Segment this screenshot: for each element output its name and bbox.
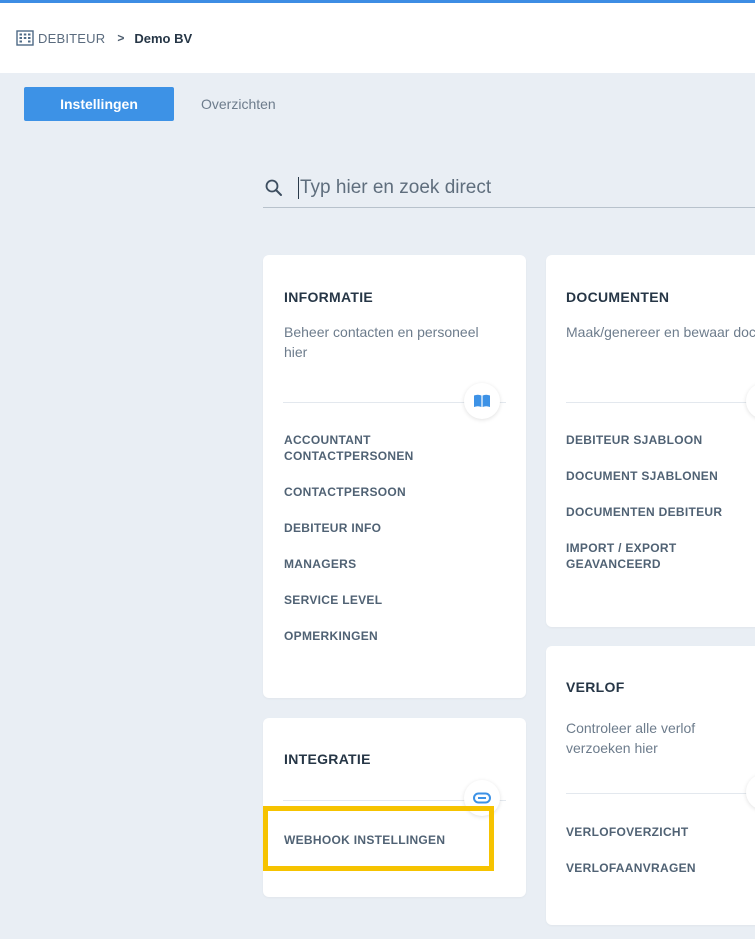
card-title: INFORMATIE [284, 289, 374, 305]
link-service-level[interactable]: SERVICE LEVEL [284, 592, 414, 608]
link-icon [473, 792, 491, 804]
search-input[interactable] [300, 176, 740, 199]
tab-overzichten[interactable]: Overzichten [201, 87, 276, 121]
card-links: ACCOUNTANT CONTACTPERSONEN CONTACTPERSOO… [284, 432, 414, 644]
building-icon [16, 30, 34, 46]
card-icon-badge [464, 383, 500, 419]
card-links: DEBITEUR SJABLOON DOCUMENT SJABLONEN DOC… [566, 432, 722, 572]
card-links: VERLOFOVERZICHT VERLOFAANVRAGEN [566, 824, 696, 876]
link-import-export-geavanceerd[interactable]: IMPORT / EXPORT GEAVANCEERD [566, 540, 686, 572]
search-bar [263, 168, 755, 208]
breadcrumb: DEBITEUR > Demo BV [0, 3, 755, 73]
link-managers[interactable]: MANAGERS [284, 556, 414, 572]
card-description: Maak/genereer en bewaar documenten [566, 324, 755, 340]
card-description: Controleer alle verlof verzoeken hier [566, 720, 696, 756]
link-document-sjablonen[interactable]: DOCUMENT SJABLONEN [566, 468, 722, 484]
highlight-box [263, 806, 494, 871]
card-divider [566, 793, 755, 794]
card-title: INTEGRATIE [284, 751, 371, 767]
search-icon [265, 179, 282, 196]
link-debiteur-sjabloon[interactable]: DEBITEUR SJABLOON [566, 432, 722, 448]
card-divider [566, 402, 755, 403]
card-icon-badge [746, 774, 755, 810]
breadcrumb-root[interactable]: DEBITEUR [38, 31, 105, 46]
chevron-right-icon: > [117, 31, 125, 45]
card-informatie: INFORMATIE Beheer contacten en personeel… [263, 255, 526, 698]
link-debiteur-info[interactable]: DEBITEUR INFO [284, 520, 414, 536]
text-cursor [298, 176, 299, 199]
link-verlofaanvragen[interactable]: VERLOFAANVRAGEN [566, 860, 696, 876]
tab-instellingen[interactable]: Instellingen [24, 87, 174, 121]
link-opmerkingen[interactable]: OPMERKINGEN [284, 628, 414, 644]
link-contactpersoon[interactable]: CONTACTPERSOON [284, 484, 414, 500]
card-title: DOCUMENTEN [566, 289, 670, 305]
book-icon [474, 394, 490, 407]
link-documenten-debiteur[interactable]: DOCUMENTEN DEBITEUR [566, 504, 722, 520]
card-icon-badge [746, 383, 755, 419]
card-title: VERLOF [566, 679, 625, 695]
card-verlof: VERLOF Controleer alle verlof verzoeken … [546, 646, 755, 925]
link-verlofoverzicht[interactable]: VERLOFOVERZICHT [566, 824, 696, 840]
breadcrumb-current: Demo BV [134, 30, 193, 46]
card-description: Beheer contacten en personeel hier [284, 324, 479, 360]
card-documenten: DOCUMENTEN Maak/genereer en bewaar docum… [546, 255, 755, 627]
link-accountant-contactpersonen[interactable]: ACCOUNTANT CONTACTPERSONEN [284, 432, 414, 464]
